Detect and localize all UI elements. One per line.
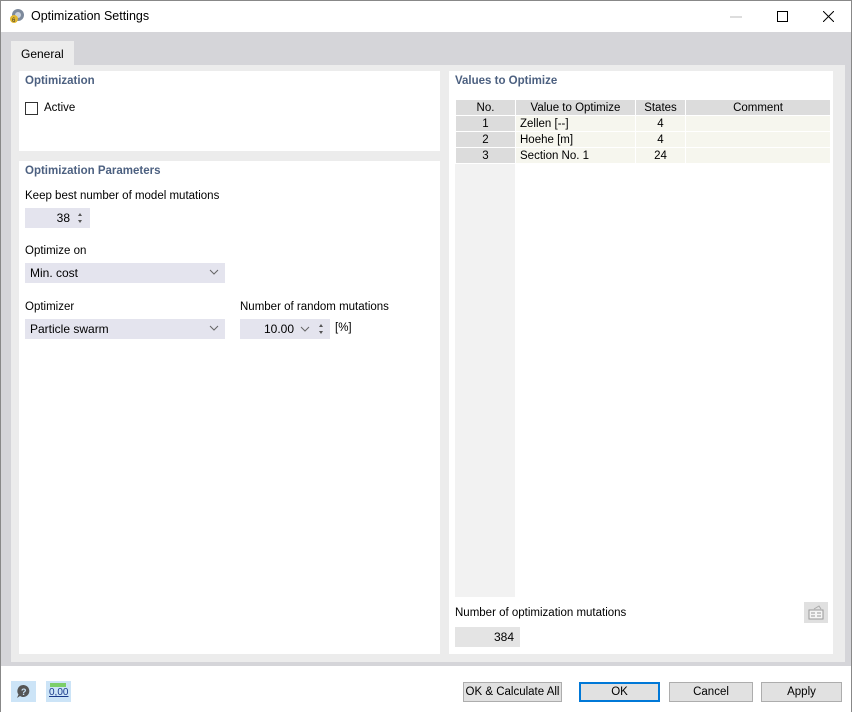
- spin-arrows-icon[interactable]: [317, 322, 325, 336]
- close-icon: [822, 11, 834, 22]
- cell-value[interactable]: Zellen [--]: [515, 115, 636, 132]
- tab-general-label: General: [21, 47, 64, 61]
- maximize-button[interactable]: [759, 1, 805, 32]
- optimize-on-select[interactable]: Min. cost: [25, 263, 225, 283]
- cell-value[interactable]: Section No. 1: [515, 147, 636, 164]
- table-details-icon: [808, 605, 824, 620]
- mutations-value-field: 384: [455, 627, 520, 647]
- ok-button[interactable]: OK: [579, 682, 660, 702]
- apply-button[interactable]: Apply: [761, 682, 842, 702]
- chevron-down-icon[interactable]: [300, 324, 310, 334]
- col-comment[interactable]: Comment: [685, 99, 831, 116]
- minimize-button[interactable]: [713, 1, 759, 32]
- mutations-label: Number of optimization mutations: [455, 607, 627, 619]
- random-mutations-label: Number of random mutations: [240, 301, 389, 313]
- decimal-units-icon: 0,00: [49, 687, 69, 698]
- optimization-section: Optimization Active: [19, 71, 440, 151]
- cell-no: 2: [455, 131, 516, 148]
- parameters-title: Optimization Parameters: [25, 165, 161, 177]
- help-icon: ?: [17, 684, 30, 698]
- cell-states[interactable]: 4: [635, 115, 686, 132]
- optimize-on-label: Optimize on: [25, 245, 87, 257]
- help-button[interactable]: ?: [11, 681, 36, 702]
- active-checkbox[interactable]: [25, 102, 38, 115]
- cell-comment[interactable]: [685, 115, 831, 132]
- keep-best-value: 38: [56, 211, 70, 225]
- cell-comment[interactable]: [685, 147, 831, 164]
- cell-comment[interactable]: [685, 131, 831, 148]
- values-table: No. Value to Optimize States Comment 1 Z…: [455, 99, 831, 164]
- tab-general[interactable]: General: [11, 41, 74, 65]
- random-mutations-input[interactable]: 10.00: [240, 319, 330, 339]
- window-title: Optimization Settings: [31, 9, 150, 23]
- col-no[interactable]: No.: [455, 99, 516, 116]
- cell-no: 1: [455, 115, 516, 132]
- random-mutations-unit: [%]: [335, 322, 352, 334]
- mutations-value: 384: [493, 630, 514, 644]
- table-row[interactable]: 1 Zellen [--] 4: [455, 115, 831, 132]
- values-section: Values to Optimize No. Value to Optimize…: [449, 71, 833, 654]
- cell-states[interactable]: 4: [635, 131, 686, 148]
- table-row[interactable]: 3 Section No. 1 24: [455, 147, 831, 164]
- cell-states[interactable]: 24: [635, 147, 686, 164]
- optimizer-value: Particle swarm: [30, 322, 109, 336]
- ok-calculate-all-button[interactable]: OK & Calculate All: [463, 682, 562, 702]
- values-title: Values to Optimize: [455, 75, 558, 87]
- dialog-footer: ? 0,00 OK & Calculate All OK Cancel Appl…: [1, 666, 851, 712]
- close-button[interactable]: [805, 1, 851, 32]
- chevron-down-icon: [209, 269, 219, 275]
- cell-value[interactable]: Hoehe [m]: [515, 131, 636, 148]
- random-mutations-value: 10.00: [263, 322, 294, 336]
- dialog-window: 6 Optimization Settings General Optimiza…: [0, 0, 852, 712]
- active-label: Active: [44, 102, 76, 114]
- svg-text:?: ?: [21, 687, 27, 697]
- col-states[interactable]: States: [635, 99, 686, 116]
- title-bar: 6 Optimization Settings: [1, 1, 851, 32]
- tab-panel-general: Optimization Active Optimization Paramet…: [11, 65, 845, 662]
- optimizer-label: Optimizer: [25, 301, 75, 313]
- keep-best-label: Keep best number of model mutations: [25, 190, 220, 202]
- col-value[interactable]: Value to Optimize: [515, 99, 636, 116]
- cancel-button[interactable]: Cancel: [669, 682, 753, 702]
- app-gear-icon: 6: [10, 9, 24, 24]
- table-row[interactable]: 2 Hoehe [m] 4: [455, 131, 831, 148]
- table-header: No. Value to Optimize States Comment: [455, 99, 831, 116]
- dialog-body: General Optimization Active Optimization…: [1, 32, 851, 666]
- spin-arrows-icon[interactable]: [76, 211, 84, 225]
- row-header-column: [455, 163, 515, 597]
- details-button[interactable]: [804, 602, 828, 623]
- cell-no: 3: [455, 147, 516, 164]
- chevron-down-icon: [209, 325, 219, 331]
- units-button[interactable]: 0,00: [46, 681, 71, 702]
- parameters-section: Optimization Parameters Keep best number…: [19, 161, 440, 654]
- optimizer-select[interactable]: Particle swarm: [25, 319, 225, 339]
- optimize-on-value: Min. cost: [30, 266, 79, 280]
- keep-best-spinbox[interactable]: 38: [25, 208, 90, 228]
- minimize-icon: [730, 16, 742, 17]
- optimization-title: Optimization: [25, 75, 95, 87]
- maximize-icon: [776, 11, 788, 22]
